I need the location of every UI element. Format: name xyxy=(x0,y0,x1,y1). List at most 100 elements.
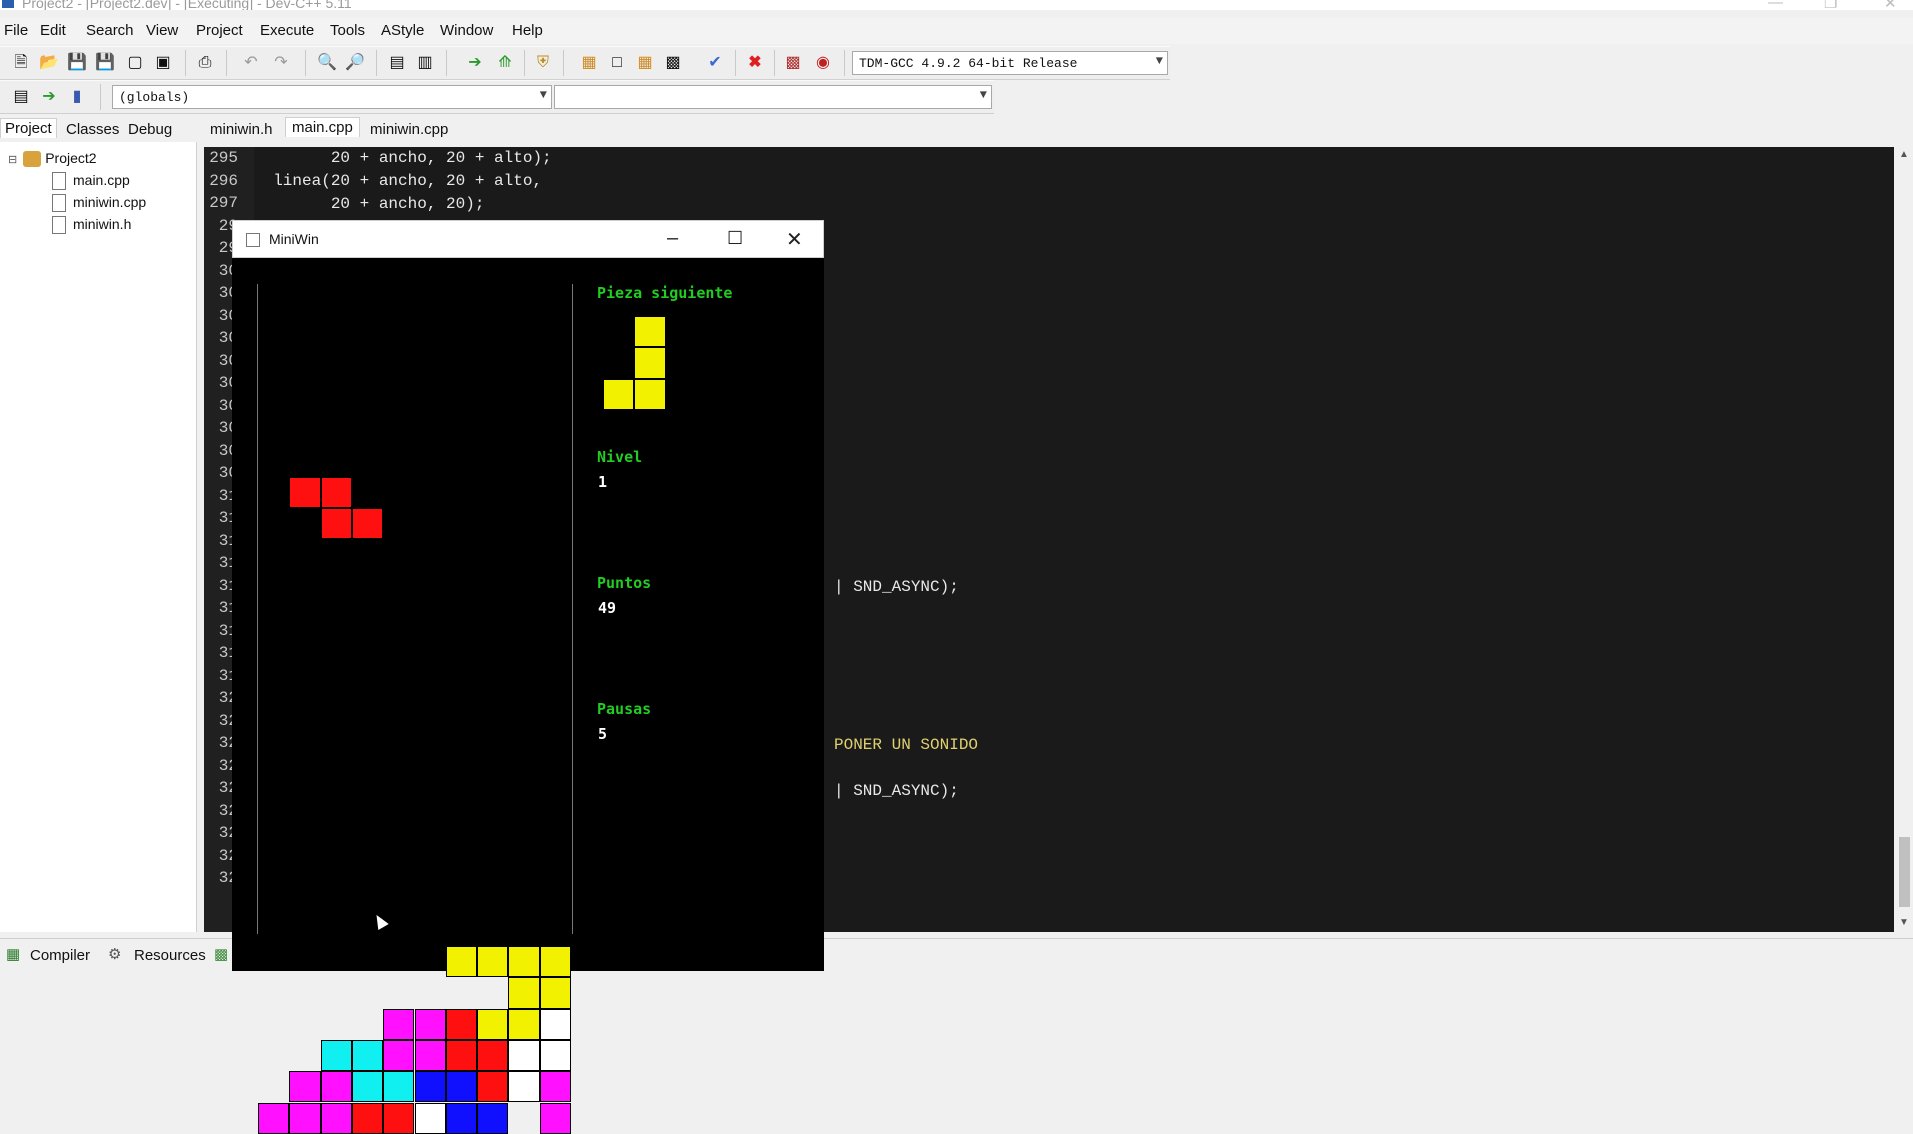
restore-icon[interactable]: ❐ xyxy=(1824,0,1837,10)
board-cell xyxy=(477,1102,509,1134)
board-cell xyxy=(539,946,571,978)
open-icon[interactable]: 📂 xyxy=(38,52,60,74)
separator xyxy=(563,50,564,76)
globals-select[interactable]: (globals) ▼ xyxy=(112,85,552,109)
miniwin-window[interactable]: MiniWin – ☐ ✕ Pieza siguiente Nivel 1 Pu… xyxy=(232,220,824,1134)
new-file-icon[interactable]: 🗎 xyxy=(10,52,32,74)
separator xyxy=(774,50,775,76)
tab-compiler[interactable]: Compiler xyxy=(30,947,90,964)
maximize-icon[interactable]: ☐ xyxy=(727,228,743,249)
bookmark-icon[interactable]: ▮ xyxy=(66,86,88,108)
minimize-icon[interactable]: — xyxy=(1768,0,1783,10)
board-cell xyxy=(445,1039,478,1072)
separator xyxy=(185,50,186,76)
scroll-thumb[interactable] xyxy=(1899,837,1910,907)
compile-log-icon[interactable]: ▩ xyxy=(214,945,228,963)
minimize-icon[interactable]: – xyxy=(667,227,678,250)
menu-window[interactable]: Window xyxy=(440,22,493,39)
indent-icon[interactable]: ▤ xyxy=(386,52,408,74)
board-cell xyxy=(539,1102,571,1134)
menu-edit[interactable]: Edit xyxy=(40,22,66,39)
compiler-select[interactable]: TDM-GCC 4.9.2 64-bit Release ▼ xyxy=(852,51,1168,75)
menu-execute[interactable]: Execute xyxy=(260,22,314,39)
debug-icon[interactable]: ◉ xyxy=(812,52,834,74)
compile-icon[interactable]: ▦ xyxy=(578,52,600,74)
tab-miniwin-cpp[interactable]: miniwin.cpp xyxy=(370,121,448,138)
board-cell xyxy=(351,1102,384,1134)
tree-root[interactable]: ⊟ Project2 xyxy=(8,150,97,168)
rebuild-icon[interactable]: ▩ xyxy=(662,52,684,74)
menu-search[interactable]: Search xyxy=(86,22,134,39)
close-file-icon[interactable]: ▢ xyxy=(124,52,146,74)
tree-item-miniwin-h[interactable]: miniwin.h xyxy=(52,216,132,235)
menu-file[interactable]: File xyxy=(4,22,28,39)
save-icon[interactable]: 💾 xyxy=(66,52,88,74)
close-icon[interactable]: ✕ xyxy=(1884,0,1897,10)
project-panel: ⊟ Project2 main.cpp miniwin.cpp miniwin.h xyxy=(0,142,197,932)
tree-item-label: miniwin.h xyxy=(73,216,132,232)
compile-run-icon[interactable]: ▦ xyxy=(634,52,656,74)
board-cell xyxy=(477,1008,509,1040)
board-cell xyxy=(258,1102,290,1134)
vertical-scrollbar[interactable]: ▲ ▼ xyxy=(1896,147,1913,932)
scroll-down-icon[interactable]: ▼ xyxy=(1899,917,1909,928)
insert-icon[interactable]: ➔ xyxy=(38,86,60,108)
tree-item-main-cpp[interactable]: main.cpp xyxy=(52,172,130,191)
save-all-icon[interactable]: 💾 xyxy=(94,52,116,74)
board-cell xyxy=(539,1071,571,1103)
board-cell xyxy=(320,1039,352,1072)
tab-debug[interactable]: Debug xyxy=(128,121,172,138)
tree-item-label: main.cpp xyxy=(73,172,130,188)
board-cell xyxy=(289,1102,321,1134)
menu-astyle[interactable]: AStyle xyxy=(381,22,424,39)
board-cell xyxy=(320,507,352,540)
tree-item-miniwin-cpp[interactable]: miniwin.cpp xyxy=(52,194,146,213)
members-select[interactable]: ▼ xyxy=(554,85,992,109)
tab-main-cpp[interactable]: main.cpp xyxy=(285,117,360,137)
run-icon[interactable]: □ xyxy=(606,52,628,74)
scroll-up-icon[interactable]: ▲ xyxy=(1899,149,1909,160)
unindent-icon[interactable]: ▥ xyxy=(414,52,436,74)
goto-icon[interactable]: ➔ xyxy=(464,52,486,74)
points-value: 49 xyxy=(598,599,617,617)
board-cell xyxy=(508,1071,540,1103)
level-label: Nivel xyxy=(597,448,643,466)
code-fragment: | SND_ASYNC); xyxy=(834,578,959,596)
close-all-icon[interactable]: ▣ xyxy=(152,52,174,74)
close-icon[interactable]: ✕ xyxy=(786,227,803,252)
line-number: 295 xyxy=(209,149,238,167)
stop-icon[interactable]: ✖ xyxy=(744,52,766,74)
replace-icon[interactable]: 🔎 xyxy=(344,52,366,74)
board-cell xyxy=(414,1071,446,1103)
undo-icon[interactable]: ↶ xyxy=(240,52,262,74)
find-icon[interactable]: 🔍 xyxy=(316,52,338,74)
chart-icon[interactable]: ▩ xyxy=(782,52,804,74)
tab-resources[interactable]: Resources xyxy=(134,947,206,964)
board-cell xyxy=(351,1039,384,1072)
separator xyxy=(100,84,101,110)
code-line: 20 + ancho, 20); xyxy=(254,195,485,213)
window-title: Project2 - [Project2.dev] - [Executing] … xyxy=(22,0,352,10)
menu-help[interactable]: Help xyxy=(512,22,543,39)
back-icon[interactable]: ⟰ xyxy=(494,52,516,74)
collapse-icon[interactable]: ⊟ xyxy=(8,154,17,166)
project-name: Project2 xyxy=(45,150,97,166)
tab-miniwin-h[interactable]: miniwin.h xyxy=(210,121,273,138)
menu-view[interactable]: View xyxy=(146,22,178,39)
chevron-down-icon: ▼ xyxy=(1155,54,1163,68)
board-cell xyxy=(508,946,540,978)
menu-tools[interactable]: Tools xyxy=(330,22,365,39)
file-icon xyxy=(52,216,66,235)
redo-icon[interactable]: ↷ xyxy=(270,52,292,74)
shield-icon[interactable]: ⛨ xyxy=(532,52,554,74)
class-browse-icon[interactable]: ▤ xyxy=(10,86,32,108)
separator xyxy=(446,50,447,76)
tab-classes[interactable]: Classes xyxy=(66,121,119,138)
board-cell xyxy=(508,977,540,1009)
file-icon xyxy=(52,172,66,191)
check-icon[interactable]: ✔ xyxy=(704,52,726,74)
print-icon[interactable]: ⎙ xyxy=(194,52,216,74)
tab-project[interactable]: Project xyxy=(0,118,57,138)
menu-project[interactable]: Project xyxy=(196,22,243,39)
compiler-icon: ▦ xyxy=(6,946,21,963)
